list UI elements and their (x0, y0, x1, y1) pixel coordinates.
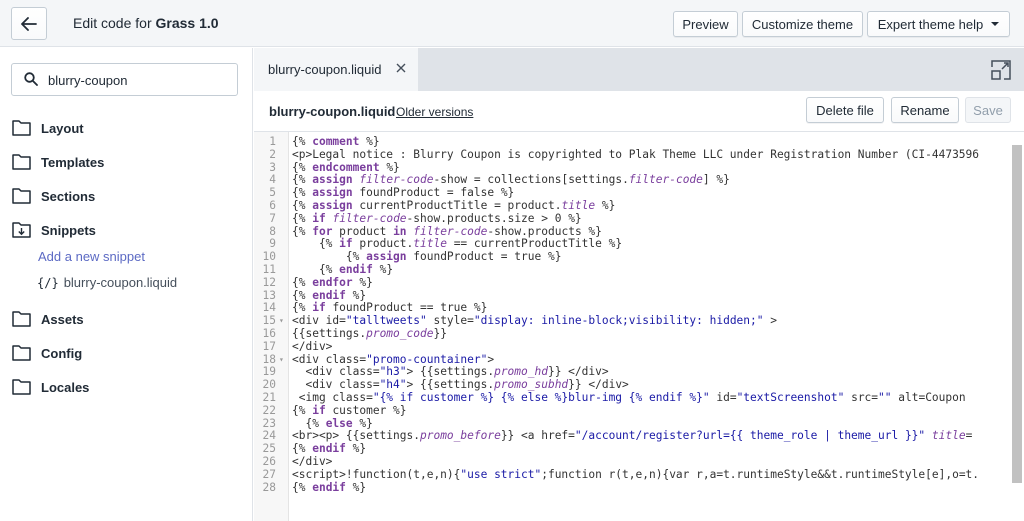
code-line[interactable]: 24 <br><p> {{settings.promo_before}} <a h… (254, 429, 1014, 443)
folder-label: Locales (41, 379, 90, 395)
code-text: </div> (292, 339, 333, 353)
close-icon[interactable] (395, 62, 407, 74)
customize-theme-button[interactable]: Customize theme (742, 11, 863, 37)
code-line[interactable]: 1 {% comment %} (254, 135, 1014, 149)
code-text: <p>Legal notice : Blurry Coupon is copyr… (292, 147, 980, 161)
folder-templates[interactable]: Templates (12, 153, 104, 171)
code-text: <script>!function(t,e,n){"use strict";fu… (292, 467, 980, 481)
search-value: blurry-coupon (48, 73, 128, 88)
line-number: 11 (262, 262, 276, 276)
code-text: <img class="{% if customer %} {% else %}… (292, 390, 966, 404)
expert-theme-help-button[interactable]: Expert theme help (867, 11, 1010, 37)
sidebar: blurry-coupon Layout Templates Sections … (0, 48, 253, 521)
folder-label: Assets (41, 311, 84, 327)
snippet-file-label: blurry-coupon.liquid (63, 275, 178, 290)
expand-fullscreen-icon[interactable] (991, 60, 1011, 80)
line-number: 16 (262, 326, 276, 340)
folder-config[interactable]: Config (12, 344, 82, 362)
folder-sections[interactable]: Sections (12, 187, 95, 205)
folder-label: Sections (41, 188, 96, 204)
line-number: 22 (262, 403, 276, 417)
fold-arrow-icon[interactable]: ▾ (279, 315, 284, 328)
editor-tab-bar: blurry-coupon.liquid (254, 48, 1024, 91)
code-line[interactable]: 12 {% endfor %} (254, 275, 1014, 290)
folder-label: Templates (41, 154, 105, 170)
folder-label: Config (41, 345, 83, 361)
folder-layout[interactable]: Layout (12, 119, 84, 137)
line-number: 7 (269, 211, 276, 225)
code-line[interactable]: 22 {% if customer %} (254, 403, 1014, 418)
snippet-file-item[interactable]: {/} blurry-coupon.liquid (37, 275, 177, 290)
code-line[interactable]: 26 </div> (254, 454, 1014, 469)
code-line[interactable]: 7 {% if filter-code-show.products.size > … (254, 211, 1014, 226)
fold-arrow-icon[interactable]: ▾ (279, 354, 284, 367)
folder-open-icon (12, 222, 31, 238)
caret-down-icon (991, 22, 1000, 26)
page-title: Edit code for Grass 1.0 (73, 15, 219, 31)
line-number: 21 (262, 390, 276, 404)
tab-label: blurry-coupon.liquid (268, 62, 382, 77)
line-number: 27 (262, 467, 276, 481)
line-number: 26 (262, 454, 276, 468)
file-name: blurry-coupon.liquid (269, 104, 396, 119)
code-line[interactable]: 16 {{settings.promo_code}} (254, 326, 1014, 341)
rename-button[interactable]: Rename (891, 97, 959, 123)
folder-icon (12, 120, 31, 136)
code-lines: 1 {% comment %} 2 <p>Legal notice : Blurry … (254, 135, 1014, 495)
folder-icon (12, 345, 31, 361)
line-number: 12 (262, 275, 276, 289)
code-line[interactable]: 25 {% endif %} (254, 442, 1014, 456)
search-input[interactable]: blurry-coupon (11, 63, 238, 96)
search-icon (24, 72, 38, 86)
folder-icon (12, 311, 31, 327)
preview-button[interactable]: Preview (673, 11, 738, 37)
code-line[interactable]: 28 {% endif %} (254, 480, 1014, 495)
code-editor[interactable]: 1 {% comment %} 2 <p>Legal notice : Blurry … (254, 131, 1024, 521)
line-number: 28 (262, 480, 276, 494)
folder-assets[interactable]: Assets (12, 310, 84, 328)
theme-name: Grass 1.0 (155, 15, 219, 31)
delete-file-button[interactable]: Delete file (806, 97, 884, 123)
folder-icon (12, 379, 31, 395)
back-button[interactable] (11, 7, 47, 40)
folder-label: Snippets (41, 222, 96, 238)
code-text: {{settings.promo_code}} (292, 326, 447, 340)
line-number: 25 (262, 442, 276, 456)
line-number: 6 (269, 198, 276, 212)
line-number: 1 (269, 135, 276, 148)
code-text: </div> (292, 454, 333, 468)
tab-blurry-coupon[interactable]: blurry-coupon.liquid (254, 48, 418, 91)
folder-snippets[interactable]: Snippets (12, 221, 96, 239)
code-line[interactable]: 11 {% endif %} (254, 262, 1014, 277)
code-line[interactable]: 21 <img class="{% if customer %} {% else… (254, 390, 1014, 405)
line-number: 17 (262, 339, 276, 353)
save-button[interactable]: Save (965, 97, 1011, 123)
folder-icon (12, 188, 31, 204)
code-text: <br><p> {{settings.promo_before}} <a hre… (292, 429, 973, 443)
arrow-left-icon (21, 16, 37, 31)
folder-locales[interactable]: Locales (12, 378, 89, 396)
editor-scrollbar[interactable] (1012, 145, 1022, 483)
folder-icon (12, 154, 31, 170)
folder-label: Layout (41, 120, 84, 136)
code-line[interactable]: 27 <script>!function(t,e,n){"use strict";… (254, 467, 1014, 482)
liquid-file-icon: {/} (37, 275, 59, 290)
code-text: {% endif %} (292, 442, 367, 456)
older-versions-link[interactable]: Older versions (396, 105, 473, 119)
top-bar: Edit code for Grass 1.0 Preview Customiz… (0, 0, 1024, 47)
line-number: 2 (269, 147, 276, 161)
add-new-snippet-link[interactable]: Add a new snippet (38, 249, 145, 264)
code-text: {% comment %} (292, 135, 380, 148)
code-text: {% endif %} (292, 480, 367, 494)
